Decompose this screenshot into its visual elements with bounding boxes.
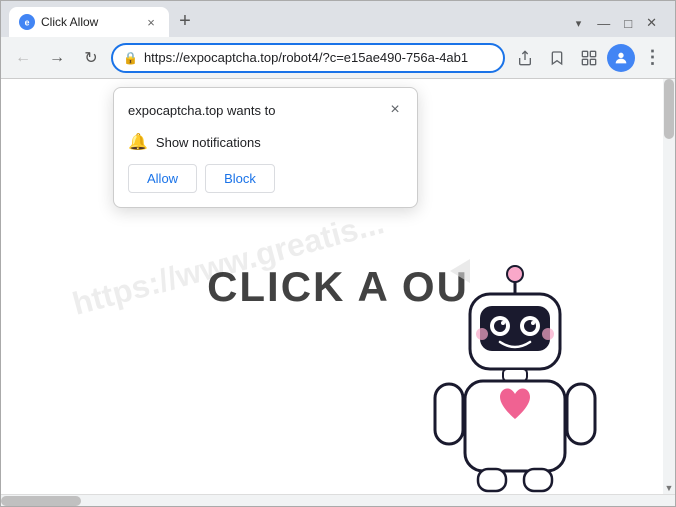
browser-window: e Click Allow × + ▾ — □ ✕ ← → ↻ 🔒 https:… xyxy=(0,0,676,507)
page-content: CLICK A OU https://www.greatis... xyxy=(1,79,675,494)
tab-title: Click Allow xyxy=(41,15,137,29)
popup-close-button[interactable]: × xyxy=(385,100,405,120)
address-bar[interactable]: 🔒 https://expocaptcha.top/robot4/?c=e15a… xyxy=(111,43,505,73)
tab-favicon: e xyxy=(19,14,35,30)
tab-close-button[interactable]: × xyxy=(143,14,159,30)
allow-button[interactable]: Allow xyxy=(128,164,197,193)
extensions-button[interactable] xyxy=(575,44,603,72)
scrollbar-down-arrow[interactable]: ▼ xyxy=(663,482,675,494)
new-tab-button[interactable]: + xyxy=(171,7,199,35)
notification-permission-popup: expocaptcha.top wants to × 🔔 Show notifi… xyxy=(113,87,418,208)
block-button[interactable]: Block xyxy=(205,164,275,193)
horizontal-scrollbar[interactable] xyxy=(1,494,675,506)
menu-button[interactable]: ⋮ xyxy=(639,44,667,72)
popup-site-text: expocaptcha.top wants to xyxy=(128,103,275,118)
reload-button[interactable]: ↻ xyxy=(77,44,105,72)
popup-header: expocaptcha.top wants to × xyxy=(114,88,417,128)
close-window-button[interactable]: ✕ xyxy=(640,13,663,33)
permission-label: Show notifications xyxy=(156,135,261,150)
svg-text:e: e xyxy=(25,18,30,28)
speech-bubble-tail xyxy=(450,259,470,283)
back-button[interactable]: ← xyxy=(9,44,37,72)
toolbar-actions: ⋮ xyxy=(511,44,667,72)
vertical-scrollbar[interactable]: ▲ ▼ xyxy=(663,79,675,494)
popup-actions: Allow Block xyxy=(114,164,417,207)
active-tab[interactable]: e Click Allow × xyxy=(9,7,169,37)
bookmark-button[interactable] xyxy=(543,44,571,72)
maximize-button[interactable]: □ xyxy=(618,14,638,33)
minimize-button[interactable]: — xyxy=(591,14,616,33)
window-controls: ▾ — □ ✕ xyxy=(576,13,667,37)
profile-button[interactable] xyxy=(607,44,635,72)
share-button[interactable] xyxy=(511,44,539,72)
toolbar: ← → ↻ 🔒 https://expocaptcha.top/robot4/?… xyxy=(1,37,675,79)
bell-icon: 🔔 xyxy=(128,132,148,152)
lock-icon: 🔒 xyxy=(123,51,138,65)
forward-button[interactable]: → xyxy=(43,44,71,72)
h-scrollbar-thumb[interactable] xyxy=(1,496,81,506)
tab-bar: e Click Allow × + ▾ — □ ✕ xyxy=(1,1,675,37)
popup-permission-row: 🔔 Show notifications xyxy=(114,128,417,164)
address-url: https://expocaptcha.top/robot4/?c=e15ae4… xyxy=(144,50,493,65)
robot-illustration xyxy=(415,264,615,494)
scrollbar-thumb[interactable] xyxy=(664,79,674,139)
